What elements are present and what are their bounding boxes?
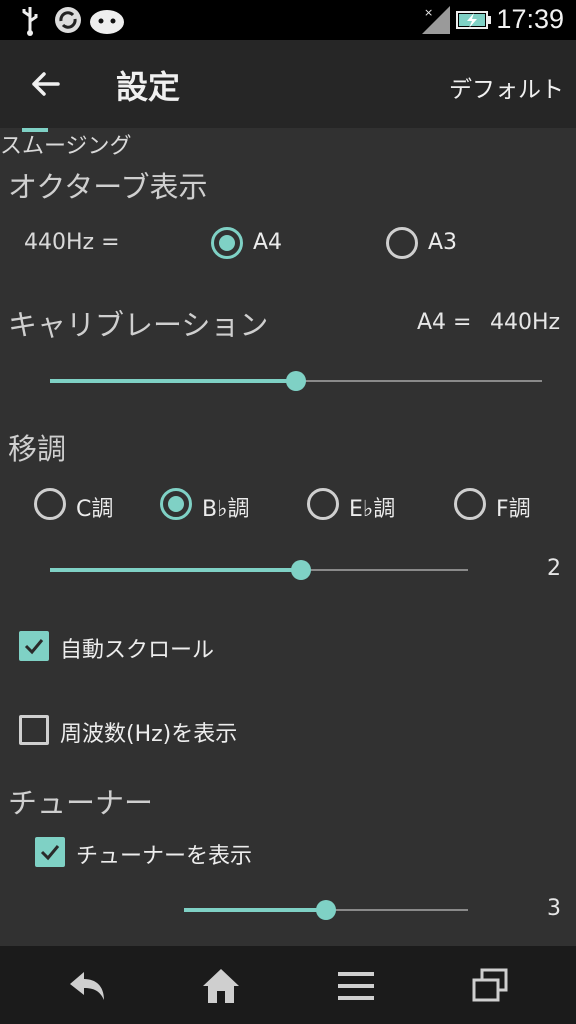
radio-f-label: F調 [496,497,531,522]
recent-apps-icon[interactable] [468,966,512,1006]
transpose-slider-thumb[interactable] [290,560,311,580]
radio-eflat-label: E♭調 [349,497,396,522]
transpose-slider[interactable] [50,560,468,580]
calibration-frequency: 440Hz [490,310,561,335]
smoothing-slider[interactable] [184,900,468,920]
radio-a4-label: A4 [253,230,283,255]
status-bar: × 17:39 [0,0,576,40]
android-icon [90,10,124,34]
transpose-slider-fill [50,568,301,572]
sync-icon [55,7,81,33]
smoothing-label: スムージング [0,134,132,159]
radio-a3-label: A3 [428,230,458,255]
calibration-slider[interactable] [50,371,542,391]
octave-section-title: オクターブ表示 [8,170,208,204]
radio-f[interactable] [454,488,486,520]
default-button[interactable]: デフォルト [449,70,564,104]
page-title: 設定 [116,68,181,106]
app-bar: 設定 デフォルト [0,40,576,128]
smoothing-slider-thumb[interactable] [316,900,336,920]
auto-scroll-checkbox[interactable] [19,631,49,661]
check-icon [40,845,60,861]
radio-a3[interactable] [386,227,418,259]
home-icon[interactable] [199,966,243,1006]
battery-charging-icon [456,11,491,29]
smoothing-slider-fill [184,908,326,912]
radio-c-label: C調 [76,497,114,522]
tuner-section-title: チューナー [8,786,154,820]
calibration-section-title: キャリブレーション [8,308,269,342]
clock: 17:39 [496,4,564,34]
radio-eflat[interactable] [307,488,339,520]
arrow-left-icon[interactable] [24,62,68,106]
smoothing-value: 3 [547,896,561,921]
radio-bflat[interactable] [160,488,192,520]
show-frequency-label: 周波数(Hz)を表示 [60,722,238,747]
calibration-note: A4 = [417,310,472,335]
back-icon[interactable] [66,966,110,1006]
calibration-slider-thumb[interactable] [286,371,306,391]
usb-icon [22,7,38,36]
nav-bar [0,946,576,1024]
scrolled-checkbox-partial [22,128,48,132]
show-tuner-checkbox[interactable] [35,837,65,867]
check-icon [24,639,44,655]
show-tuner-label: チューナーを表示 [76,844,253,869]
radio-a4[interactable] [211,227,243,259]
auto-scroll-label: 自動スクロール [60,638,215,663]
octave-prefix: 440Hz = [24,230,120,255]
show-frequency-checkbox[interactable] [19,715,49,745]
signal-icon: × [422,6,450,34]
radio-bflat-label: B♭調 [202,497,250,522]
calibration-slider-fill [50,379,296,383]
menu-icon[interactable] [334,966,378,1006]
radio-c[interactable] [34,488,66,520]
transpose-section-title: 移調 [8,432,67,466]
svg-text:×: × [424,6,433,19]
settings-list[interactable]: オクターブ表示 440Hz = A4 A3 キャリブレーション A4 = 440… [0,128,576,946]
transpose-value: 2 [547,556,561,581]
